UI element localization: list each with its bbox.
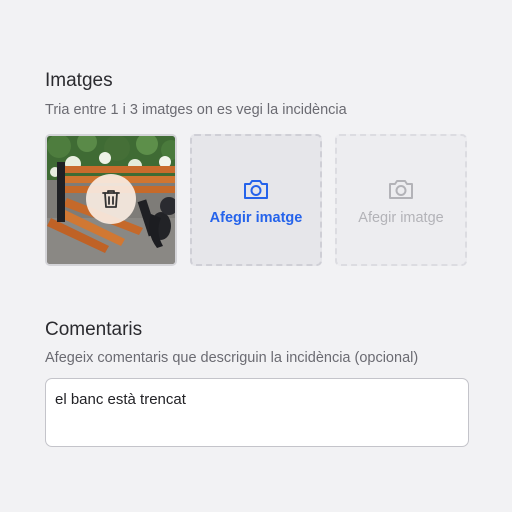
uploaded-image-tile [45, 134, 177, 266]
comments-section-subtitle: Afegeix comentaris que descriguin la inc… [45, 350, 419, 366]
add-image-label: Afegir imatge [209, 210, 303, 226]
incident-form: Imatges Tria entre 1 i 3 imatges on es v… [0, 0, 512, 512]
images-section-subtitle: Tria entre 1 i 3 imatges on es vegi la i… [45, 102, 347, 118]
images-section-title: Imatges [45, 70, 113, 91]
delete-image-button[interactable] [86, 174, 136, 224]
comments-section-title: Comentaris [45, 319, 143, 340]
trash-icon [102, 190, 120, 208]
comments-textarea[interactable]: el banc està trencat [45, 378, 469, 447]
add-image-button[interactable]: Afegir imatge [190, 134, 322, 266]
camera-icon [244, 180, 268, 199]
add-image-button-disabled: Afegir imatge [335, 134, 467, 266]
add-image-label-disabled: Afegir imatge [358, 210, 444, 226]
camera-icon [389, 180, 413, 199]
